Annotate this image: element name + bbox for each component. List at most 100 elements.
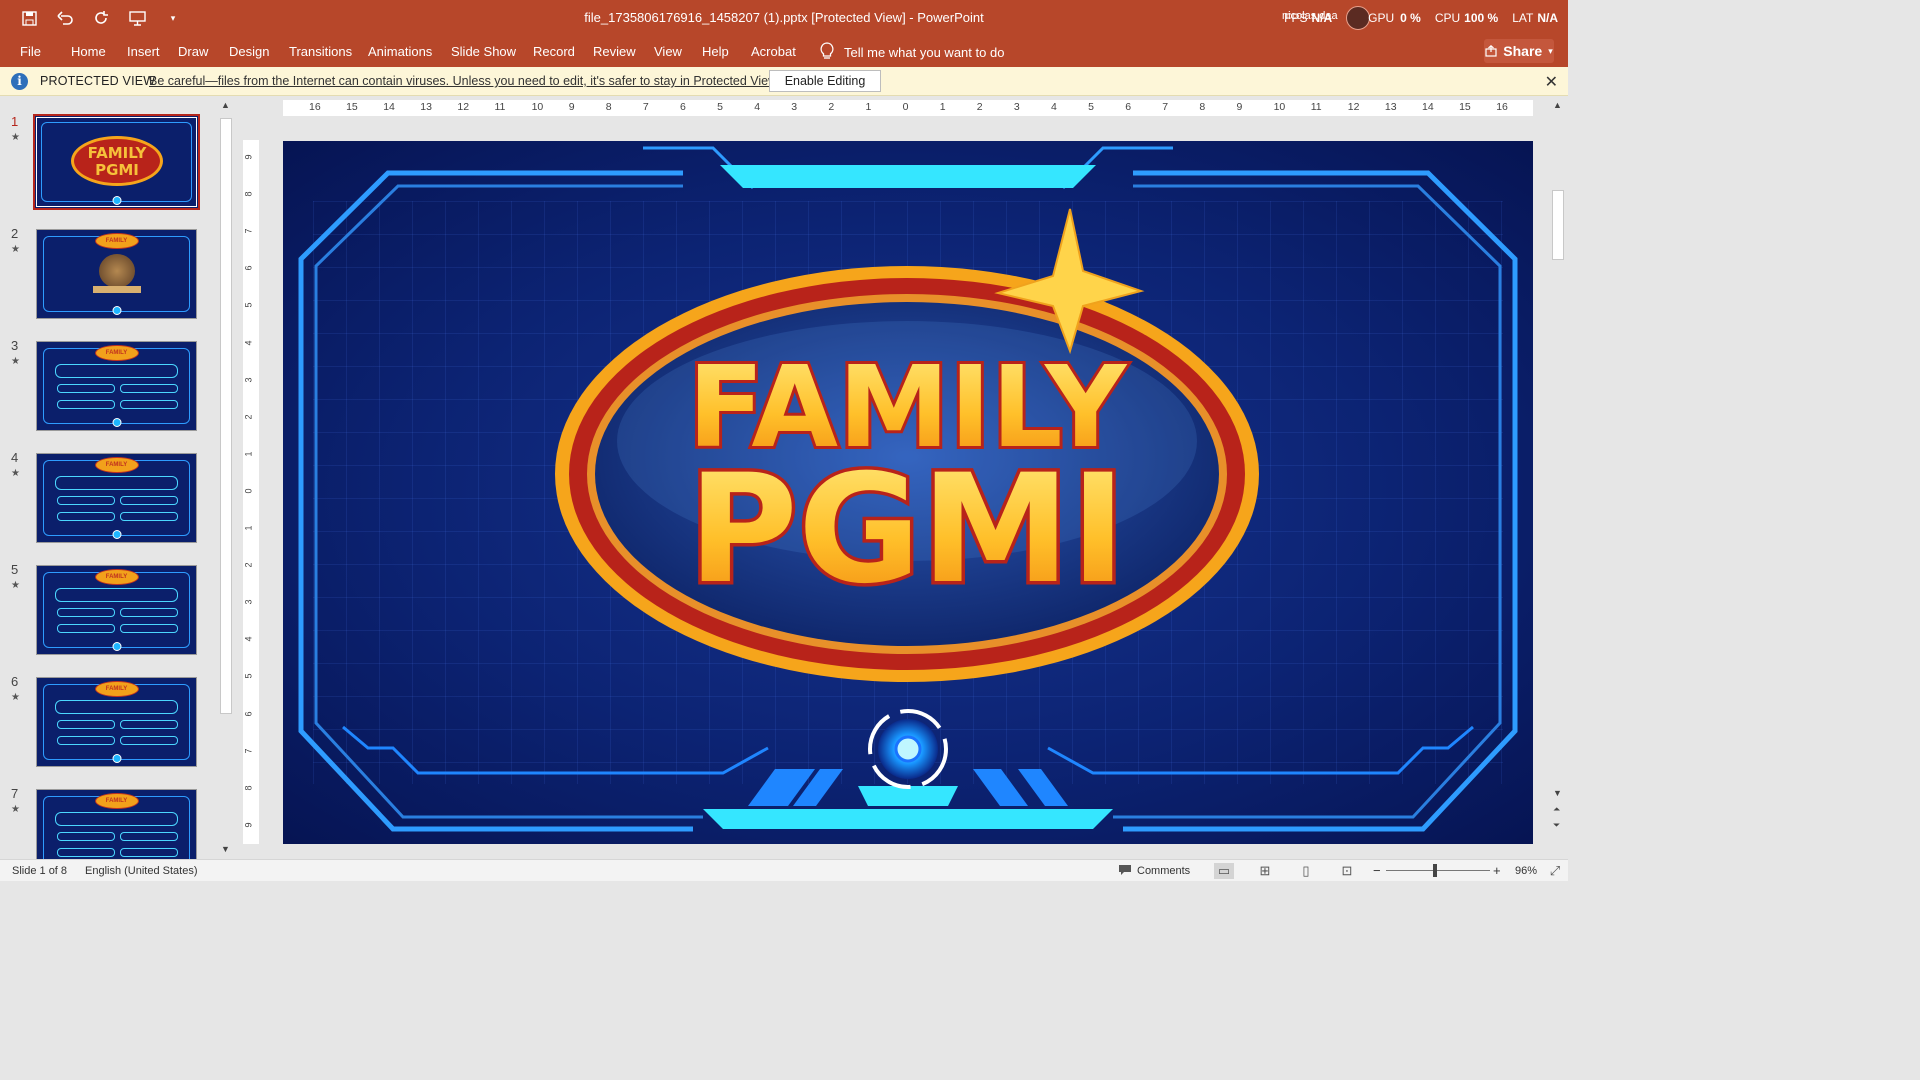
slide-scrollbar[interactable]: ▲ ▼ ⏶ ⏷ xyxy=(1550,100,1566,842)
perf-overlay: FPS N/A GPU 0 % CPU 100 % LAT N/A xyxy=(1284,6,1558,30)
ruler-tick-label: 2 xyxy=(976,101,983,113)
tell-me-label: Tell me what you want to do xyxy=(844,45,1005,60)
lat-label: LAT xyxy=(1512,11,1534,25)
protected-view-message[interactable]: Be careful—files from the Internet can c… xyxy=(149,74,780,88)
ruler-tick-label: 5 xyxy=(243,673,254,679)
horizontal-ruler: 16 15 14 13 12 11 10 9 8 7 6 5 4 3 2 1 0 1 2 3 4 5 6 7 8 9 10 11 12 1… xyxy=(283,100,1533,116)
zoom-level[interactable]: 96% xyxy=(1515,865,1537,877)
scroll-up-icon[interactable]: ▲ xyxy=(221,100,230,110)
thumb-number: 7 xyxy=(11,786,19,801)
thumb-mini-logo: FAMILY xyxy=(94,569,139,585)
scrollbar-thumb[interactable] xyxy=(220,118,232,714)
tab-file[interactable]: File xyxy=(20,44,41,59)
thumb-button-dot xyxy=(112,306,121,315)
share-button[interactable]: Share ▾ xyxy=(1484,39,1554,63)
fps-label: FPS xyxy=(1284,11,1308,25)
slide-thumbnail-3[interactable]: FAMILY xyxy=(36,341,197,431)
tab-acrobat[interactable]: Acrobat xyxy=(751,44,796,59)
thumb-answer-box xyxy=(120,608,178,617)
next-slide-icon[interactable]: ⏷ xyxy=(1553,820,1560,831)
tab-home[interactable]: Home xyxy=(71,44,106,59)
previous-slide-icon[interactable]: ⏶ xyxy=(1553,804,1560,815)
language-indicator[interactable]: English (United States) xyxy=(85,865,198,877)
zoom-out-icon[interactable]: − xyxy=(1373,863,1381,878)
ruler-tick-label: 5 xyxy=(243,302,254,308)
avatar[interactable] xyxy=(1346,6,1371,30)
tab-slide-show[interactable]: Slide Show xyxy=(451,44,516,59)
status-bar: Slide 1 of 8 English (United States) Com… xyxy=(0,859,1568,881)
ruler-tick-label: 10 xyxy=(1273,101,1286,113)
slide-sorter-icon[interactable]: ⊞ xyxy=(1255,863,1275,879)
animation-star-icon: ★ xyxy=(11,132,20,143)
slide-frame-graphic: FAMILY PGMI xyxy=(298,146,1518,832)
tab-animations[interactable]: Animations xyxy=(368,44,432,59)
zoom-slider-handle[interactable] xyxy=(1433,864,1437,877)
slide-thumbnail-4[interactable]: FAMILY xyxy=(36,453,197,543)
reading-view-icon[interactable]: ▯ xyxy=(1296,863,1316,879)
present-icon[interactable] xyxy=(126,7,148,29)
thumb-answer-box xyxy=(120,832,178,841)
scrollbar-thumb[interactable] xyxy=(1552,190,1564,260)
animation-star-icon: ★ xyxy=(11,580,20,591)
slide-thumbnail-1[interactable]: FAMILY PGMI xyxy=(33,114,200,210)
tab-record[interactable]: Record xyxy=(533,44,575,59)
ruler-tick-label: 9 xyxy=(243,822,254,828)
ribbon-tabs: File Home Insert Draw Design Transitions… xyxy=(0,36,1568,67)
tab-review[interactable]: Review xyxy=(593,44,636,59)
quick-access-toolbar: ▾ xyxy=(18,7,184,29)
thumb-question-box xyxy=(55,700,178,714)
ruler-tick-label: 1 xyxy=(865,101,872,113)
tab-draw[interactable]: Draw xyxy=(178,44,208,59)
zoom-slider[interactable] xyxy=(1386,870,1490,871)
fit-window-icon[interactable]: ⤢ xyxy=(1545,863,1565,879)
ruler-tick-label: 8 xyxy=(243,191,254,197)
ruler-tick-label: 5 xyxy=(717,101,723,113)
slideshow-icon[interactable]: ⊡ xyxy=(1337,863,1357,879)
ruler-tick-label: 5 xyxy=(1088,101,1094,113)
ruler-tick-label: 10 xyxy=(531,101,544,113)
close-icon[interactable]: ✕ xyxy=(1545,72,1558,92)
thumb-answer-box xyxy=(57,512,115,521)
undo-icon[interactable] xyxy=(54,7,76,29)
tab-help[interactable]: Help xyxy=(702,44,729,59)
scroll-up-icon[interactable]: ▲ xyxy=(1553,100,1562,110)
ruler-tick-label: 1 xyxy=(243,451,254,457)
tab-transitions[interactable]: Transitions xyxy=(289,44,352,59)
ruler-tick-label: 11 xyxy=(494,101,506,113)
tab-insert[interactable]: Insert xyxy=(127,44,160,59)
ruler-tick-label: 8 xyxy=(605,101,612,113)
thumbnail-scrollbar[interactable]: ▲ ▼ xyxy=(218,100,234,858)
save-icon[interactable] xyxy=(18,7,40,29)
enable-editing-button[interactable]: Enable Editing xyxy=(769,70,881,92)
bottom-accent-bar xyxy=(703,809,1113,829)
ruler-tick-label: 13 xyxy=(1384,101,1397,113)
scroll-down-icon[interactable]: ▼ xyxy=(221,844,230,854)
ruler-tick-label: 16 xyxy=(1496,101,1508,113)
thumb-answer-box xyxy=(57,384,115,393)
slide-thumbnail-6[interactable]: FAMILY xyxy=(36,677,197,767)
slide-thumbnail-2[interactable]: FAMILY xyxy=(36,229,197,319)
tab-view[interactable]: View xyxy=(654,44,682,59)
slide-thumbnail-7[interactable]: FAMILY xyxy=(36,789,197,859)
scroll-down-icon[interactable]: ▼ xyxy=(1553,788,1562,798)
ruler-tick-label: 6 xyxy=(1125,101,1132,113)
ruler-tick-label: 6 xyxy=(680,101,686,113)
animation-star-icon: ★ xyxy=(11,692,20,703)
animation-star-icon: ★ xyxy=(11,356,20,367)
tell-me-search[interactable]: Tell me what you want to do xyxy=(820,42,1004,63)
customize-icon[interactable]: ▾ xyxy=(162,7,184,29)
normal-view-icon[interactable]: ▭ xyxy=(1214,863,1234,879)
ruler-tick-label: 6 xyxy=(243,265,254,271)
zoom-in-icon[interactable]: + xyxy=(1493,863,1501,878)
ruler-tick-label: 3 xyxy=(243,377,254,383)
comments-button[interactable]: Comments xyxy=(1112,860,1212,882)
redo-icon[interactable] xyxy=(90,7,112,29)
ruler-tick-label: 0 xyxy=(902,101,909,113)
slide-thumbnail-5[interactable]: FAMILY xyxy=(36,565,197,655)
ruler-tick-label: 12 xyxy=(457,101,470,113)
cpu-label: CPU xyxy=(1434,11,1461,25)
slide-canvas[interactable]: FAMILY PGMI xyxy=(283,141,1533,844)
ruler-tick-label: 9 xyxy=(243,154,254,160)
tab-design[interactable]: Design xyxy=(229,44,269,59)
thumb-mini-logo: FAMILY xyxy=(94,457,139,473)
